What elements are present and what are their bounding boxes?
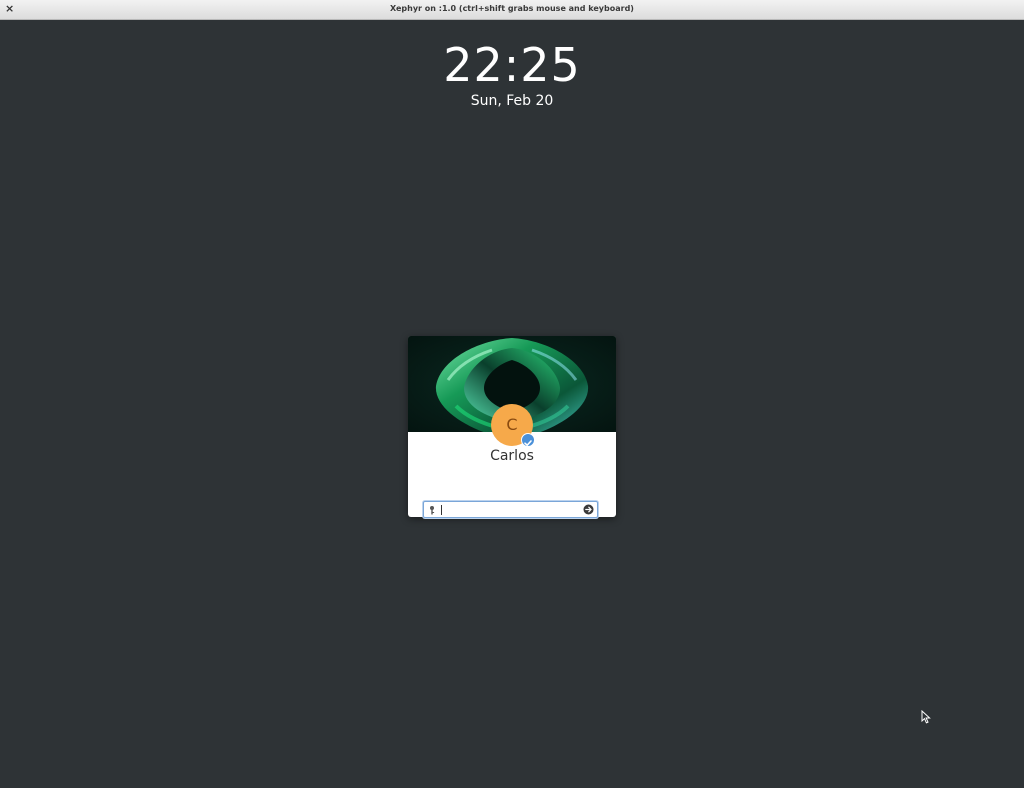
clock-time: 22:25 (443, 38, 581, 92)
key-icon (430, 506, 435, 515)
window-titlebar[interactable]: × Xephyr on :1.0 (ctrl+shift grabs mouse… (0, 0, 1024, 20)
mouse-pointer-icon (921, 710, 931, 724)
checkmark-icon (521, 433, 535, 447)
window-title: Xephyr on :1.0 (ctrl+shift grabs mouse a… (390, 4, 634, 13)
password-field[interactable] (423, 501, 598, 518)
login-card: C Carlos (408, 336, 616, 518)
arrow-right-circle-icon[interactable] (583, 504, 594, 515)
clock-date: Sun, Feb 20 (470, 93, 554, 109)
lock-screen: 22:25 Sun, Feb 20 C Carlos (0, 20, 1024, 788)
text-caret (441, 505, 442, 515)
username-label: Carlos (490, 448, 534, 464)
